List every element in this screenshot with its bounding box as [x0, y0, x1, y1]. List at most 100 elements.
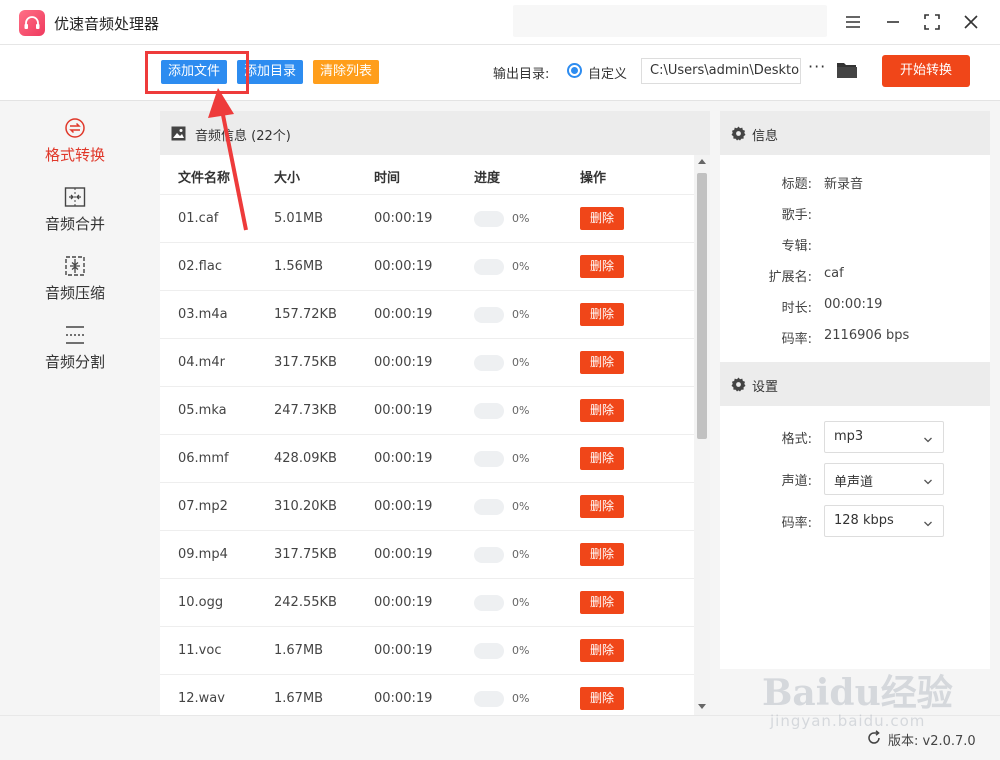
output-path-input[interactable]: C:\Users\admin\Deskto	[641, 58, 801, 84]
info-row-album: 专辑:	[720, 235, 990, 255]
progress-bar	[474, 595, 504, 611]
sidebar-item-label: 格式转换	[44, 146, 105, 164]
title-search-area[interactable]	[513, 5, 827, 37]
right-panel: 信息 标题: 新录音 歌手: 专辑: 扩展名: caf 时长: 00:00:19…	[720, 111, 990, 669]
channel-select[interactable]: 单声道	[824, 463, 944, 495]
file-duration: 00:00:19	[374, 547, 433, 562]
watermark-text: Baidu经验	[762, 672, 953, 714]
delete-button[interactable]: 删除	[580, 207, 624, 230]
file-size: 428.09KB	[274, 451, 337, 466]
select-value: 单声道	[834, 475, 874, 490]
sidebar-item-audio-compress[interactable]: 音频压缩	[0, 254, 150, 314]
file-name: 03.m4a	[178, 307, 228, 322]
delete-button[interactable]: 删除	[580, 591, 624, 614]
delete-button[interactable]: 删除	[580, 447, 624, 470]
scrollbar-thumb[interactable]	[697, 173, 707, 439]
file-name: 10.ogg	[178, 595, 224, 610]
gear-icon	[731, 377, 746, 392]
delete-button[interactable]: 删除	[580, 543, 624, 566]
close-icon[interactable]	[959, 10, 983, 34]
file-list-panel: 音频信息 (22个) 文件名称 大小 时间 进度 操作 01.caf 5.01M…	[160, 111, 710, 715]
progress-bar	[474, 499, 504, 515]
info-value: 00:00:19	[824, 297, 883, 312]
column-header-action[interactable]: 操作	[580, 167, 606, 186]
file-duration: 00:00:19	[374, 595, 433, 610]
progress-percent: 0%	[512, 404, 530, 417]
info-value: 新录音	[824, 177, 864, 192]
scroll-down-arrow-icon[interactable]	[698, 704, 706, 709]
version-label: 版本: v2.0.7.0	[888, 734, 976, 749]
delete-button[interactable]: 删除	[580, 255, 624, 278]
progress-percent: 0%	[512, 212, 530, 225]
info-row-bitrate: 码率: 2116906 bps	[720, 328, 990, 348]
sidebar-item-format-convert[interactable]: 格式转换	[0, 116, 150, 176]
table-row[interactable]: 10.ogg 242.55KB 00:00:19 0% 删除	[160, 579, 694, 627]
progress-bar	[474, 211, 504, 227]
sidebar-item-audio-merge[interactable]: 音频合并	[0, 185, 150, 245]
annotation-highlight-box	[145, 51, 249, 94]
menu-icon[interactable]	[841, 10, 865, 34]
delete-button[interactable]: 删除	[580, 495, 624, 518]
table-row[interactable]: 01.caf 5.01MB 00:00:19 0% 删除	[160, 195, 694, 243]
progress-percent: 0%	[512, 260, 530, 273]
table-row[interactable]: 03.m4a 157.72KB 00:00:19 0% 删除	[160, 291, 694, 339]
file-name: 09.mp4	[178, 547, 228, 562]
column-header-name[interactable]: 文件名称	[178, 167, 230, 186]
bitrate-select[interactable]: 128 kbps	[824, 505, 944, 537]
table-row[interactable]: 06.mmf 428.09KB 00:00:19 0% 删除	[160, 435, 694, 483]
minimize-icon[interactable]	[881, 10, 905, 34]
column-header-time[interactable]: 时间	[374, 167, 400, 186]
delete-button[interactable]: 删除	[580, 399, 624, 422]
sidebar-item-audio-split[interactable]: 音频分割	[0, 323, 150, 383]
refresh-icon[interactable]	[866, 730, 882, 746]
file-duration: 00:00:19	[374, 403, 433, 418]
file-duration: 00:00:19	[374, 643, 433, 658]
maximize-icon[interactable]	[920, 10, 944, 34]
column-header-size[interactable]: 大小	[274, 167, 300, 186]
table-body: 01.caf 5.01MB 00:00:19 0% 删除 02.flac 1.5…	[160, 195, 694, 715]
select-value: 128 kbps	[834, 513, 894, 528]
format-select[interactable]: mp3	[824, 421, 944, 453]
file-name: 06.mmf	[178, 451, 229, 466]
table-row[interactable]: 09.mp4 317.75KB 00:00:19 0% 删除	[160, 531, 694, 579]
status-bar: 版本: v2.0.7.0	[0, 715, 1000, 760]
scroll-up-arrow-icon[interactable]	[698, 159, 706, 164]
info-key: 标题:	[781, 177, 812, 192]
progress-percent: 0%	[512, 596, 530, 609]
split-icon	[63, 323, 87, 347]
start-convert-button[interactable]: 开始转换	[882, 55, 970, 87]
table-row[interactable]: 02.flac 1.56MB 00:00:19 0% 删除	[160, 243, 694, 291]
toolbar: 添加文件 添加目录 清除列表 输出目录: 自定义 C:\Users\admin\…	[0, 45, 1000, 101]
delete-button[interactable]: 删除	[580, 687, 624, 710]
setting-key: 声道:	[781, 474, 812, 489]
file-duration: 00:00:19	[374, 211, 433, 226]
table-row[interactable]: 11.voc 1.67MB 00:00:19 0% 删除	[160, 627, 694, 675]
file-size: 310.20KB	[274, 499, 337, 514]
settings-title: 设置	[752, 380, 779, 395]
table-row[interactable]: 05.mka 247.73KB 00:00:19 0% 删除	[160, 387, 694, 435]
file-name: 02.flac	[178, 259, 222, 274]
more-options-button[interactable]: ···	[808, 57, 826, 76]
custom-output-label[interactable]: 自定义	[588, 63, 627, 82]
setting-row-channel: 声道: 单声道	[720, 463, 990, 495]
table-row[interactable]: 07.mp2 310.20KB 00:00:19 0% 删除	[160, 483, 694, 531]
delete-button[interactable]: 删除	[580, 639, 624, 662]
progress-percent: 0%	[512, 692, 530, 705]
info-key: 歌手:	[781, 208, 812, 223]
convert-icon	[63, 116, 87, 140]
vertical-scrollbar[interactable]	[694, 155, 710, 715]
file-size: 1.67MB	[274, 691, 324, 706]
table-row[interactable]: 04.m4r 317.75KB 00:00:19 0% 删除	[160, 339, 694, 387]
clear-list-button[interactable]: 清除列表	[313, 60, 380, 84]
delete-button[interactable]: 删除	[580, 351, 624, 374]
file-duration: 00:00:19	[374, 307, 433, 322]
table-row[interactable]: 12.wav 1.67MB 00:00:19 0% 删除	[160, 675, 694, 715]
file-list-header: 音频信息 (22个)	[160, 111, 710, 155]
info-key: 扩展名:	[768, 270, 812, 285]
column-header-progress[interactable]: 进度	[474, 167, 500, 186]
progress-bar	[474, 307, 504, 323]
setting-row-format: 格式: mp3	[720, 421, 990, 453]
delete-button[interactable]: 删除	[580, 303, 624, 326]
custom-output-radio[interactable]	[567, 63, 582, 78]
folder-icon[interactable]	[836, 60, 858, 80]
